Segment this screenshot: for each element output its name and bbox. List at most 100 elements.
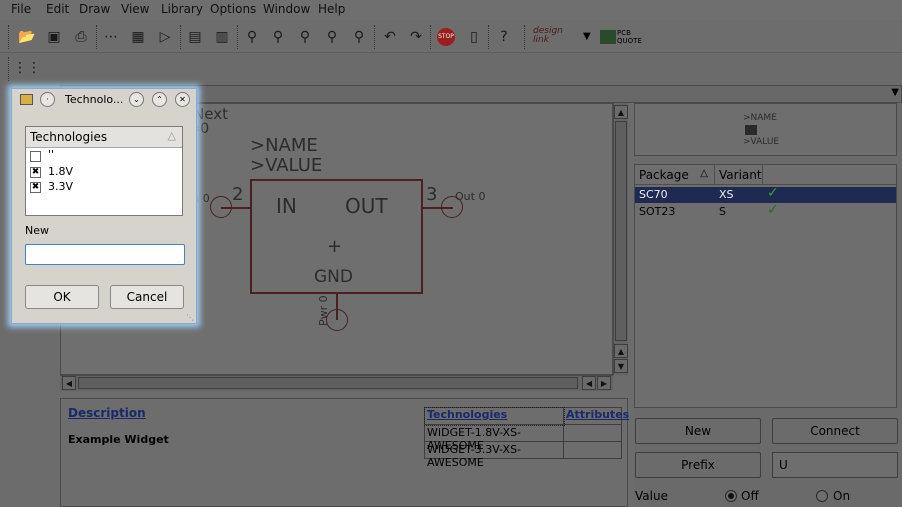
tech-checkbox-3-3v[interactable]: ✖: [30, 182, 41, 193]
table-row: WIDGET-1.8V-XS-AWESOME: [425, 425, 564, 452]
technologies-list[interactable]: Technologies △ '' ✖ 1.8V ✖ 3.3V: [25, 126, 183, 216]
scroll-right-icon[interactable]: ▶: [597, 376, 611, 390]
pin-in-label: IN: [276, 194, 297, 218]
connect-button[interactable]: Connect: [772, 418, 898, 444]
scroll-left-icon[interactable]: ◀: [62, 376, 76, 390]
toolbar-separator: [488, 25, 490, 49]
technologies-dialog: · Technolo... ⌄ ⌃ ✕ Technologies △ '' ✖ 1…: [11, 88, 197, 324]
scroll-up-icon[interactable]: ▲: [614, 105, 628, 119]
toolbar-separator: [374, 25, 376, 49]
designlink-icon[interactable]: design link: [533, 27, 579, 49]
sort-ascending-icon: △: [700, 168, 708, 179]
pin-3-number: 3: [426, 184, 438, 205]
zoom-redraw-icon[interactable]: ⚲: [321, 26, 343, 48]
chevron-down-icon[interactable]: ▼: [891, 87, 899, 98]
prefix-button[interactable]: Prefix: [635, 452, 761, 478]
preview-value: >VALUE: [743, 137, 780, 147]
menu-file[interactable]: File: [11, 2, 31, 16]
sort-ascending-icon: △: [167, 129, 176, 142]
description-text: Example Widget: [68, 433, 169, 446]
technologies-list-header[interactable]: Technologies △: [26, 127, 182, 148]
tech-checkbox-1-8v[interactable]: ✖: [30, 167, 41, 178]
toolbar-separator: [96, 25, 98, 49]
symbol-value-label: >VALUE: [250, 155, 323, 176]
scroll-left-icon[interactable]: ◀: [582, 376, 596, 390]
cam-icon[interactable]: ⋯: [100, 26, 122, 48]
variant-column-header[interactable]: Variant: [715, 165, 763, 185]
ulp-icon[interactable]: ▦: [127, 26, 149, 48]
horizontal-scrollbar[interactable]: ◀ ◀ ▶: [60, 375, 613, 391]
toolbar-separator: [237, 25, 239, 49]
technologies-table: Technologies Attributes WIDGET-1.8V-XS-A…: [424, 407, 629, 469]
resize-grip-icon[interactable]: ⋱: [186, 313, 194, 322]
new-technology-input[interactable]: [25, 244, 185, 265]
package-preview: >NAME >VALUE: [634, 103, 897, 156]
close-icon[interactable]: ✕: [175, 92, 190, 107]
ok-button[interactable]: OK: [25, 285, 99, 309]
origin-cross-icon: +: [327, 236, 343, 257]
redo-icon[interactable]: ↷: [405, 26, 427, 48]
value-on-radio[interactable]: [816, 490, 828, 502]
cancel-button[interactable]: Cancel: [110, 285, 184, 309]
secondary-toolbar: ⋮⋮: [0, 54, 902, 84]
vertical-scroll-thumb[interactable]: [615, 121, 627, 341]
pcb-quote-label: PCB QUOTE: [617, 29, 642, 45]
pcb-quote-icon[interactable]: [600, 30, 616, 44]
pin-gnd-label: GND: [314, 267, 353, 287]
maximize-icon[interactable]: ⌃: [152, 92, 167, 107]
pin-in-line: [221, 207, 252, 209]
value-on-label: On: [833, 489, 851, 503]
horizontal-scroll-thumb[interactable]: [78, 377, 578, 389]
description-panel: Description Example Widget Technologies …: [60, 398, 629, 507]
package-header-label: Package: [639, 168, 689, 182]
right-panel: >NAME >VALUE Package △ Variant SC70 XS ✓ …: [634, 103, 902, 507]
menu-library[interactable]: Library: [161, 2, 203, 16]
dialog-title: Technolo...: [65, 93, 124, 106]
menu-draw[interactable]: Draw: [79, 2, 110, 16]
stop-icon[interactable]: STOP: [435, 26, 457, 48]
print-icon[interactable]: ⎙: [70, 26, 92, 48]
menu-help[interactable]: Help: [318, 2, 345, 16]
attributes-header[interactable]: Attributes: [564, 408, 629, 425]
technologies-header[interactable]: Technologies: [424, 407, 565, 426]
new-package-button[interactable]: New: [635, 418, 761, 444]
menu-options[interactable]: Options: [210, 2, 256, 16]
go-icon[interactable]: ▯: [463, 26, 485, 48]
save-icon[interactable]: ▣: [43, 26, 65, 48]
help-icon[interactable]: ?: [493, 26, 515, 48]
scroll-down-icon[interactable]: ▼: [614, 359, 628, 373]
zoom-out-icon[interactable]: ⚲: [294, 26, 316, 48]
minimize-icon[interactable]: ⌄: [129, 92, 144, 107]
zoom-select-icon[interactable]: ⚲: [348, 26, 370, 48]
package-column-header[interactable]: Package △: [635, 165, 715, 185]
tech-checkbox-empty[interactable]: [30, 151, 41, 162]
package-table: Package △ Variant SC70 XS ✓ SOT23 S ✓: [634, 164, 897, 408]
tech-item-label: 3.3V: [48, 180, 74, 193]
menu-view[interactable]: View: [121, 2, 149, 16]
menu-window[interactable]: Window: [263, 2, 310, 16]
chevron-down-icon[interactable]: ▼: [583, 31, 591, 42]
zoom-fit-icon[interactable]: ⚲: [241, 26, 263, 48]
undo-icon[interactable]: ↶: [379, 26, 401, 48]
menu-edit[interactable]: Edit: [46, 2, 69, 16]
package-cell: SC70: [639, 188, 668, 201]
dialog-titlebar[interactable]: · Technolo... ⌄ ⌃ ✕: [12, 89, 196, 111]
vertical-scrollbar[interactable]: ▲ ▲ ▼: [613, 103, 628, 375]
prefix-input[interactable]: U: [772, 452, 898, 478]
main-toolbar: 📂 ▣ ⎙ ⋯ ▦ ▷ ▤ ▥ ⚲ ⚲ ⚲ ⚲ ⚲ ↶ ↷ STOP ▯ ? d…: [0, 21, 902, 53]
menu-icon[interactable]: ·: [40, 92, 55, 107]
export-icon[interactable]: ▤: [184, 26, 206, 48]
script-icon[interactable]: ▷: [154, 26, 176, 48]
grid-icon[interactable]: ⋮⋮: [13, 57, 41, 79]
description-link[interactable]: Description: [68, 406, 146, 420]
run-icon[interactable]: ▥: [211, 26, 233, 48]
tech-item-label: '': [48, 148, 55, 161]
zoom-in-icon[interactable]: ⚲: [267, 26, 289, 48]
tech-item-label: 1.8V: [48, 165, 74, 178]
value-off-radio[interactable]: [725, 490, 737, 502]
open-icon[interactable]: 📂: [16, 26, 38, 48]
symbol-name-label: >NAME: [250, 135, 318, 156]
scroll-up-icon[interactable]: ▲: [614, 344, 628, 358]
table-row[interactable]: SOT23 S ✓: [635, 202, 896, 220]
table-row[interactable]: SC70 XS ✓: [635, 185, 896, 203]
